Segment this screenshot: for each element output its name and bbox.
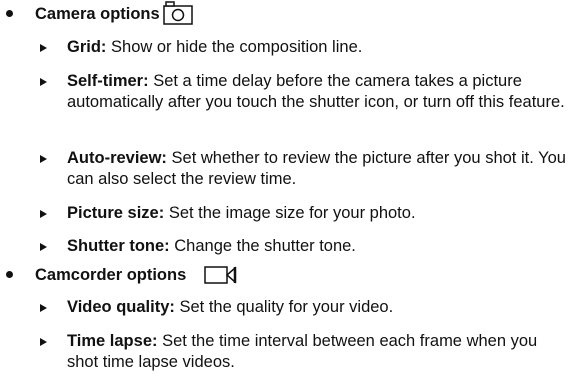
item-term: Time lapse: xyxy=(67,332,158,350)
video-camera-icon xyxy=(204,265,238,290)
item-term: Auto-review: xyxy=(67,149,167,167)
item-term: Grid: xyxy=(67,38,107,56)
item-text: Time lapse: Set the time interval betwee… xyxy=(67,331,567,373)
item-text: Picture size: Set the image size for you… xyxy=(67,203,567,224)
item-description: Set the quality for your video. xyxy=(179,298,394,316)
camera-options-title: Camera options xyxy=(35,5,160,23)
arrow-bullet-icon xyxy=(40,243,47,251)
arrow-bullet-icon xyxy=(40,304,47,312)
item-term: Shutter tone: xyxy=(67,237,170,255)
bullet-dot xyxy=(6,271,13,278)
item-term: Video quality: xyxy=(67,298,175,316)
arrow-bullet-icon xyxy=(40,44,47,52)
item-term: Picture size: xyxy=(67,204,165,222)
item-text: Grid: Show or hide the composition line. xyxy=(67,37,567,58)
item-term: Self-timer: xyxy=(67,72,149,90)
item-description: Change the shutter tone. xyxy=(174,237,356,255)
item-description: Show or hide the composition line. xyxy=(111,38,363,56)
item-text: Auto-review: Set whether to review the p… xyxy=(67,148,567,190)
item-text: Shutter tone: Change the shutter tone. xyxy=(67,236,567,257)
item-description: Set the image size for your photo. xyxy=(168,204,416,222)
item-text: Video quality: Set the quality for your … xyxy=(67,297,567,318)
camcorder-options-header: Camcorder options xyxy=(0,261,571,287)
camera-icon xyxy=(163,1,193,30)
arrow-bullet-icon xyxy=(40,155,47,163)
bullet-dot xyxy=(6,10,13,17)
camcorder-options-title: Camcorder options xyxy=(35,266,187,284)
item-text: Self-timer: Set a time delay before the … xyxy=(67,71,567,113)
arrow-bullet-icon xyxy=(40,78,47,86)
arrow-bullet-icon xyxy=(40,210,47,218)
camera-options-header: Camera options xyxy=(0,0,571,26)
arrow-bullet-icon xyxy=(40,338,47,346)
